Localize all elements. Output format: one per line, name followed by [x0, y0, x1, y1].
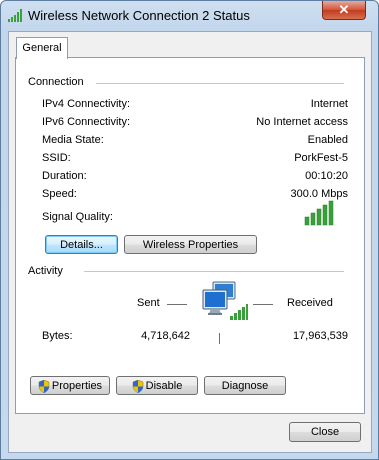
bytes-received-value: 17,963,539 — [292, 330, 348, 342]
diagnose-button[interactable]: Diagnose — [204, 376, 286, 395]
signal-quality-icon — [304, 200, 334, 226]
ipv6-value: No Internet access — [256, 116, 348, 128]
connection-group-label: Connection — [28, 76, 89, 88]
activity-divider — [84, 271, 344, 272]
wireless-properties-button[interactable]: Wireless Properties — [124, 235, 257, 254]
ssid-label: SSID: — [42, 152, 71, 164]
signal-quality-label: Signal Quality: — [42, 211, 113, 223]
sent-label: Sent — [137, 297, 160, 309]
uac-shield-icon — [132, 379, 143, 393]
ipv6-label: IPv6 Connectivity: — [42, 116, 131, 128]
connection-divider — [96, 83, 344, 84]
tab-general[interactable]: General — [16, 37, 68, 59]
speed-label: Speed: — [42, 188, 77, 200]
ipv4-label: IPv4 Connectivity: — [42, 98, 131, 110]
network-computers-icon — [202, 281, 248, 320]
received-line — [253, 304, 273, 305]
bytes-sent-value: 4,718,642 — [141, 330, 190, 342]
speed-value: 300.0 Mbps — [290, 188, 348, 200]
status-window: Wireless Network Connection 2 Status ✕ G… — [0, 0, 379, 460]
received-label: Received — [287, 297, 333, 309]
window-title: Wireless Network Connection 2 Status — [28, 8, 250, 23]
bytes-label: Bytes: — [42, 330, 73, 342]
details-button[interactable]: Details... — [45, 235, 118, 254]
ipv4-value: Internet — [310, 98, 348, 110]
disable-button[interactable]: Disable — [116, 376, 198, 395]
title-bar[interactable]: Wireless Network Connection 2 Status ✕ — [1, 1, 378, 31]
dialog-client-area: General Connection IPv4 Connectivity: In… — [8, 31, 372, 453]
close-window-button[interactable]: ✕ — [322, 1, 366, 20]
activity-group-label: Activity — [28, 265, 68, 277]
ssid-value: PorkFest-5 — [294, 152, 348, 164]
uac-shield-icon — [38, 379, 50, 393]
media-state-value: Enabled — [307, 134, 348, 146]
media-state-label: Media State: — [42, 134, 104, 146]
activity-connector-line — [219, 333, 220, 344]
properties-button-label: Properties — [51, 380, 103, 392]
close-button[interactable]: Close — [289, 422, 361, 442]
properties-button[interactable]: Properties — [30, 376, 110, 395]
sent-line — [167, 304, 187, 305]
general-tab-panel: Connection IPv4 Connectivity: Internet I… — [15, 57, 365, 414]
wireless-signal-icon — [8, 9, 22, 22]
disable-button-label: Disable — [145, 380, 183, 392]
duration-value: 00:10:20 — [305, 170, 348, 182]
duration-label: Duration: — [42, 170, 87, 182]
